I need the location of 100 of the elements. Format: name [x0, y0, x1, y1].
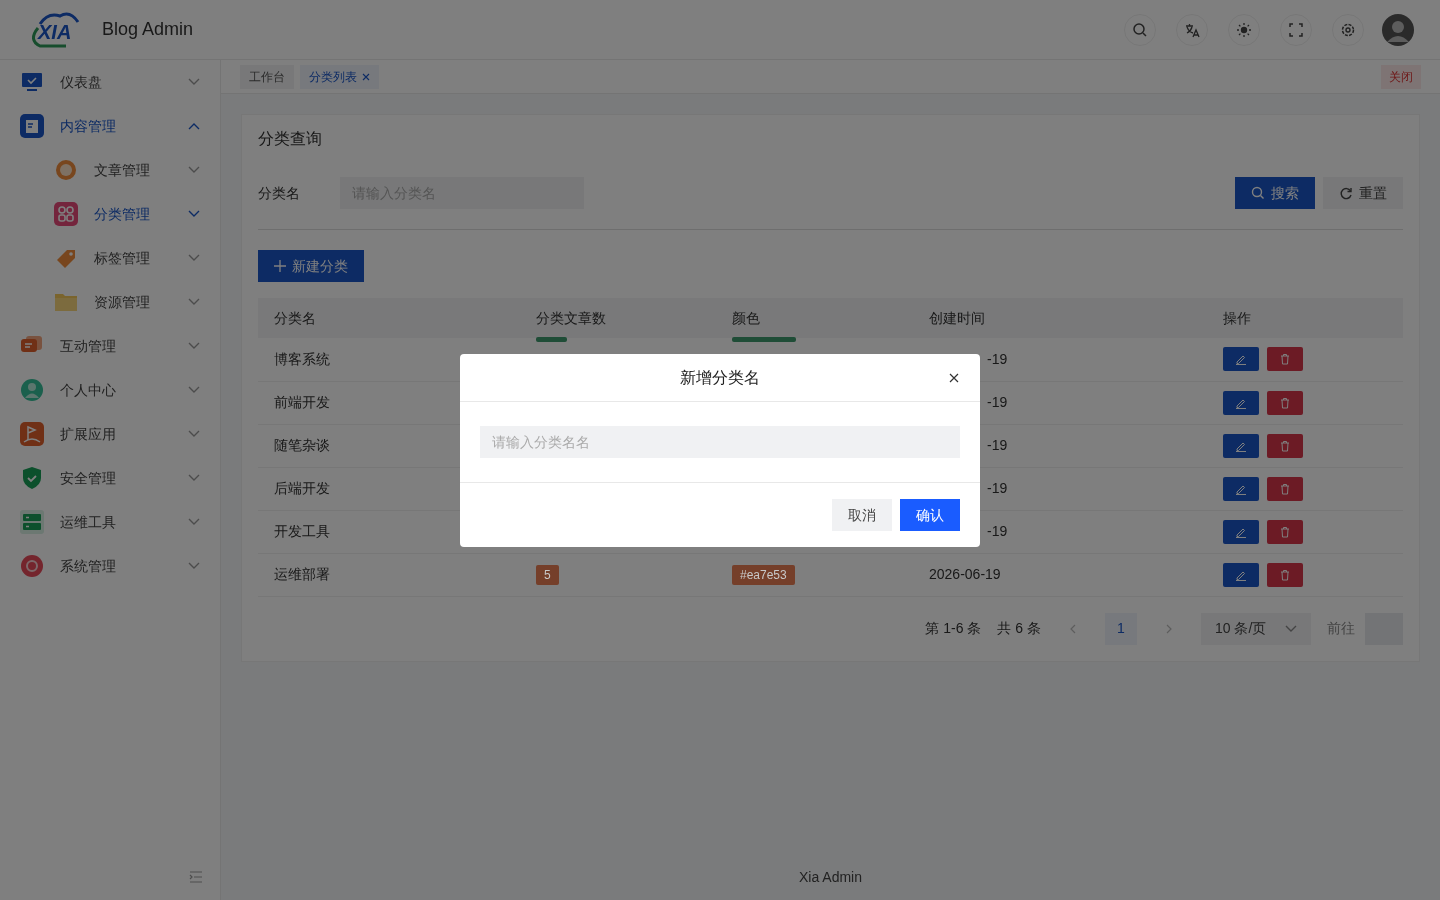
trash-icon: [1279, 482, 1291, 495]
date-text: -19: [987, 394, 1008, 410]
range-text: 第 1-6 条: [925, 619, 982, 638]
chevron-down-icon: [188, 78, 200, 86]
sidebar-item[interactable]: 文章管理: [0, 148, 220, 192]
chevron-down-icon: [188, 562, 200, 570]
edit-button[interactable]: [1223, 347, 1259, 372]
chevron-up-icon: [188, 122, 200, 130]
color-tag: [732, 336, 796, 342]
goto-label: 前往: [1327, 619, 1355, 638]
delete-button[interactable]: [1267, 562, 1303, 587]
search-button[interactable]: 搜索: [1235, 177, 1315, 209]
user-icon: [20, 378, 44, 402]
icon-button[interactable]: [1176, 13, 1208, 46]
column-header: 颜色: [716, 298, 913, 338]
delete-button[interactable]: [1267, 519, 1303, 544]
date-text: 2026-06-19: [929, 566, 1001, 582]
search-icon: [1132, 21, 1148, 38]
logo-text: XIA: [38, 21, 72, 42]
edit-button[interactable]: [1223, 562, 1259, 587]
trash-icon: [1279, 568, 1291, 581]
chevron-down-icon: [188, 254, 200, 262]
chevron-down-icon: [188, 518, 200, 526]
sidebar-item[interactable]: 资源管理: [0, 280, 220, 324]
close-icon[interactable]: [362, 73, 370, 82]
sidebar-item[interactable]: 内容管理: [0, 104, 220, 148]
edit-button[interactable]: [1223, 476, 1259, 501]
icon-button[interactable]: [1332, 13, 1364, 46]
close-icon: [949, 373, 959, 383]
color-tag: #ea7e53: [732, 565, 795, 585]
page-button[interactable]: 1: [1105, 612, 1137, 645]
flag-icon: [20, 422, 44, 446]
icon-button[interactable]: [1228, 13, 1260, 46]
fullscreen-icon: [1288, 21, 1304, 38]
edit-button[interactable]: [1223, 433, 1259, 458]
chevron-down-icon: [188, 342, 200, 350]
search-icon: [1251, 186, 1265, 200]
confirm-button[interactable]: 确认: [900, 499, 960, 531]
chevron-left-icon: [1070, 624, 1076, 635]
edit-button[interactable]: [1223, 390, 1259, 415]
new-button[interactable]: 新建分类: [258, 250, 364, 282]
pencil-icon: [1235, 353, 1247, 366]
refresh-icon: [1339, 186, 1353, 200]
server-icon: [20, 510, 44, 534]
trash-icon: [1279, 439, 1291, 452]
chevron-down-icon: [188, 430, 200, 438]
sidebar-item[interactable]: 个人中心: [0, 368, 220, 412]
sidebar-item[interactable]: 系统管理: [0, 544, 220, 588]
avatar[interactable]: [1382, 13, 1414, 46]
shield-icon: [20, 466, 44, 490]
close-button[interactable]: 关闭: [1381, 64, 1421, 89]
delete-button[interactable]: [1267, 390, 1303, 415]
chevron-right-icon: [1166, 624, 1172, 635]
name-field[interactable]: 请输入分类名名: [480, 426, 960, 458]
edit-button[interactable]: [1223, 519, 1259, 544]
translate-icon: [1184, 21, 1200, 38]
sidebar-item[interactable]: 分类管理: [0, 192, 220, 236]
tab[interactable]: 分类列表: [300, 64, 379, 89]
date-text: -19: [987, 523, 1008, 539]
collapse-icon[interactable]: [189, 871, 203, 883]
monitor-icon: [20, 70, 44, 94]
sidebar-item[interactable]: 互动管理: [0, 324, 220, 368]
chevron-down-icon: [188, 298, 200, 306]
cancel-button[interactable]: 取消: [832, 499, 892, 531]
sun-icon: [1236, 21, 1252, 38]
sidebar-item[interactable]: 扩展应用: [0, 412, 220, 456]
reset-button[interactable]: 重置: [1323, 177, 1403, 209]
sidebar-item[interactable]: 运维工具: [0, 500, 220, 544]
sidebar-item[interactable]: 仪表盘: [0, 60, 220, 104]
plus-icon: [274, 260, 286, 272]
sidebar-item[interactable]: 标签管理: [0, 236, 220, 280]
icon-button[interactable]: [1124, 13, 1156, 46]
column-header: 分类名: [258, 298, 520, 338]
footer-text: Xia Admin: [797, 868, 863, 887]
column-header: 分类文章数: [520, 298, 716, 338]
column-header: 操作: [1207, 298, 1403, 338]
chevron-down-icon: [188, 474, 200, 482]
count-tag: 5: [536, 565, 559, 585]
trash-icon: [1279, 353, 1291, 366]
delete-button[interactable]: [1267, 476, 1303, 501]
date-text: -19: [987, 437, 1008, 453]
chevron-down-icon: [188, 210, 200, 218]
tab[interactable]: 工作台: [240, 64, 294, 89]
field-label: 分类名: [258, 183, 301, 203]
column-header: 创建时间: [913, 298, 1207, 338]
icon-button[interactable]: [1280, 13, 1312, 46]
gear-icon: [20, 554, 44, 578]
dialog-title: 新增分类名: [680, 367, 760, 388]
grid-icon: [54, 202, 78, 226]
total-text: 共 6 条: [997, 619, 1041, 638]
delete-button[interactable]: [1267, 433, 1303, 458]
app-title: Blog Admin: [102, 18, 194, 41]
table-cell: 运维部署: [258, 553, 520, 596]
page-size-select[interactable]: 10 条/页: [1201, 612, 1311, 645]
sidebar-item[interactable]: 安全管理: [0, 456, 220, 500]
chevron-down-icon: [1285, 624, 1297, 633]
chevron-down-icon: [188, 386, 200, 394]
trash-icon: [1279, 396, 1291, 409]
delete-button[interactable]: [1267, 347, 1303, 372]
section-title: 分类查询: [258, 129, 323, 149]
